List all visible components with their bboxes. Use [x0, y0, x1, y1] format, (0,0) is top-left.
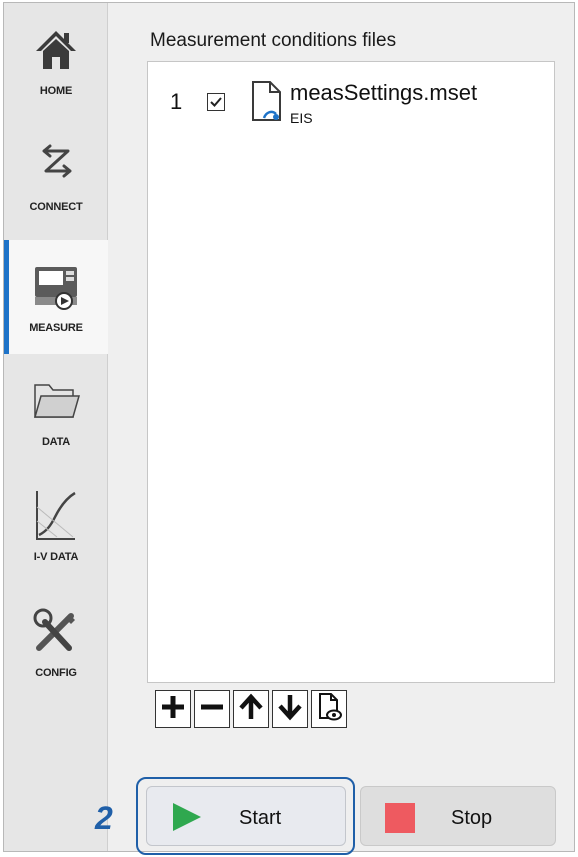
- stop-icon: [383, 801, 417, 840]
- sidebar-item-label: HOME: [39, 85, 73, 97]
- measure-icon: [28, 258, 84, 314]
- iv-curve-icon: [28, 487, 84, 543]
- stop-button-label: Stop: [451, 807, 493, 829]
- remove-icon: [198, 693, 226, 726]
- row-index: 1: [170, 89, 183, 114]
- file-name: measSettings.mset: [290, 80, 478, 105]
- remove-button[interactable]: [194, 690, 230, 728]
- row-checkbox[interactable]: [207, 93, 225, 111]
- tools-icon: [28, 603, 84, 659]
- connect-icon: [28, 137, 84, 193]
- play-icon: [169, 801, 203, 838]
- add-icon: [159, 693, 187, 726]
- sidebar-item-config[interactable]: CONFIG: [4, 585, 108, 699]
- add-button[interactable]: [155, 690, 191, 728]
- sidebar-item-label: MEASURE: [29, 322, 83, 334]
- move-up-icon: [237, 693, 265, 726]
- file-list-toolbar: [155, 690, 347, 730]
- move-down-button[interactable]: [272, 690, 308, 728]
- sidebar-item-label: CONNECT: [29, 201, 83, 213]
- start-button[interactable]: Start: [146, 786, 346, 846]
- sidebar: HOME CONNECT MEASURE DATA I-V DATA CONFI…: [4, 3, 108, 851]
- folder-icon: [28, 372, 84, 428]
- sidebar-item-data[interactable]: DATA: [4, 354, 108, 468]
- start-button-label: Start: [239, 807, 282, 829]
- step-number-badge: 2: [95, 800, 113, 836]
- sidebar-item-home[interactable]: HOME: [4, 3, 108, 117]
- panel-title: Measurement conditions files: [150, 30, 397, 51]
- preview-file-button[interactable]: [311, 690, 347, 728]
- stop-button[interactable]: Stop: [360, 786, 556, 846]
- move-down-icon: [276, 693, 304, 726]
- move-up-button[interactable]: [233, 690, 269, 728]
- sidebar-item-iv-data[interactable]: I-V DATA: [4, 469, 108, 583]
- sidebar-item-label: CONFIG: [35, 667, 77, 679]
- list-item[interactable]: 1 measSettings.mset EIS: [166, 76, 546, 136]
- settings-file-icon: [250, 80, 284, 122]
- home-icon: [28, 21, 84, 77]
- sidebar-item-measure[interactable]: MEASURE: [4, 240, 108, 354]
- sidebar-item-connect[interactable]: CONNECT: [4, 119, 108, 233]
- sidebar-item-label: I-V DATA: [33, 551, 79, 563]
- file-type: EIS: [290, 110, 313, 126]
- sidebar-item-label: DATA: [41, 436, 71, 448]
- preview-file-icon: [315, 692, 343, 727]
- file-list[interactable]: 1 measSettings.mset EIS: [147, 61, 555, 683]
